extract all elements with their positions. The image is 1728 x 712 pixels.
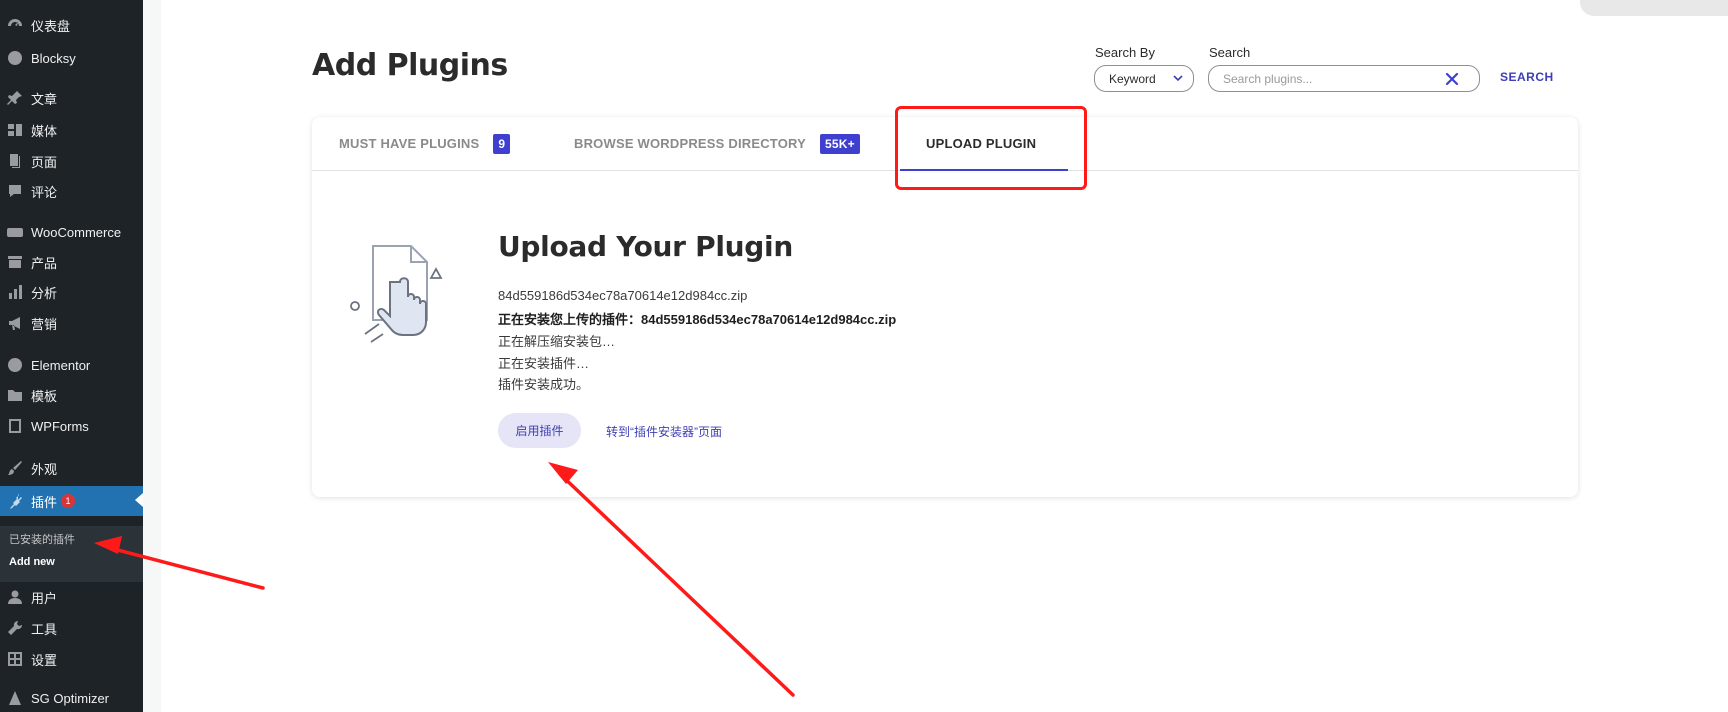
sidebar-item-analytics[interactable]: 分析	[0, 278, 143, 306]
search-button[interactable]: SEARCH	[1500, 70, 1554, 84]
sidebar-item-templates[interactable]: 模板	[0, 381, 143, 409]
wrench-icon	[6, 619, 24, 637]
pin-icon	[6, 89, 24, 107]
sidebar-item-label: 仪表盘	[31, 18, 71, 34]
sidebar-item-label: 评论	[31, 184, 58, 200]
sidebar-item-users[interactable]: 用户	[0, 583, 143, 611]
sidebar-item-tools[interactable]: 工具	[0, 614, 143, 642]
activate-plugin-button[interactable]: 启用插件	[498, 413, 581, 448]
folder-icon	[6, 386, 24, 404]
goto-plugin-installer-link[interactable]: 转到“插件安装器”页面	[606, 423, 722, 440]
sidebar-item-label: 文章	[31, 91, 58, 107]
chart-bar-icon	[6, 283, 24, 301]
sidebar-item-label: 页面	[31, 154, 58, 170]
sidebar-item-products[interactable]: 产品	[0, 248, 143, 276]
search-by-label: Search By	[1095, 45, 1155, 60]
archive-icon	[6, 253, 24, 271]
sidebar-item-label: 模板	[31, 388, 58, 404]
tab-count-badge: 9	[493, 133, 511, 154]
sidebar-item-woocommerce[interactable]: WooCommerce	[0, 218, 143, 246]
search-input[interactable]	[1208, 65, 1480, 92]
elementor-icon	[6, 356, 24, 374]
tab-count-badge: 55K+	[820, 133, 860, 154]
megaphone-icon	[6, 314, 24, 332]
search-label: Search	[1209, 45, 1251, 60]
page-icon	[6, 152, 24, 170]
sidebar-item-pages[interactable]: 页面	[0, 147, 143, 175]
sidebar-item-label: Blocksy	[31, 50, 76, 66]
sidebar-item-elementor[interactable]: Elementor	[0, 351, 143, 379]
log-success: 插件安装成功。	[498, 377, 590, 392]
settings-icon	[6, 650, 24, 668]
content-gutter	[143, 0, 161, 712]
sidebar-item-label: WooCommerce	[31, 224, 122, 240]
sidebar-item-label: Elementor	[31, 357, 91, 373]
admin-sidebar: 仪表盘 Blocksy 文章 媒体 页面 评论 WooCommerce 产品 分…	[0, 0, 143, 712]
log-filename: 84d559186d534ec78a70614e12d984cc.zip	[498, 288, 748, 303]
tab-must-have-plugins[interactable]: MUST HAVE PLUGINS 9	[339, 117, 511, 170]
sidebar-item-posts[interactable]: 文章	[0, 84, 143, 112]
blocksy-icon	[6, 49, 24, 67]
log-installing-plugin: 正在安装插件…	[498, 356, 590, 371]
dashboard-icon	[6, 16, 24, 34]
sidebar-item-comments[interactable]: 评论	[0, 177, 143, 205]
woocommerce-icon	[6, 223, 24, 241]
upload-tab-highlight	[895, 106, 1087, 190]
tab-label: MUST HAVE PLUGINS	[339, 136, 480, 151]
log-unpacking: 正在解压缩安装包…	[498, 334, 616, 349]
tab-label: BROWSE WORDPRESS DIRECTORY	[574, 136, 806, 151]
sidebar-item-marketing[interactable]: 营销	[0, 309, 143, 337]
sidebar-item-settings[interactable]: 设置	[0, 645, 143, 673]
sidebar-item-blocksy[interactable]: Blocksy	[0, 44, 143, 72]
sidebar-item-label: 分析	[31, 285, 58, 301]
sidebar-item-appearance[interactable]: 外观	[0, 454, 143, 482]
sidebar-item-label: 营销	[31, 316, 58, 332]
plugins-submenu: 已安装的插件 Add new	[0, 526, 143, 582]
sidebar-item-label: 外观	[31, 461, 58, 477]
sidebar-item-label: 插件	[31, 494, 58, 510]
plugin-icon	[6, 492, 24, 510]
sidebar-item-plugins[interactable]: 插件 1	[0, 486, 143, 516]
upload-file-illustration	[350, 245, 443, 343]
sidebar-item-wpforms[interactable]: WPForms	[0, 412, 143, 440]
search-by-value: Keyword	[1109, 71, 1156, 86]
search-by-select[interactable]: Keyword	[1094, 65, 1194, 92]
log-installing: 正在安装您上传的插件：84d559186d534ec78a70614e12d98…	[498, 312, 897, 327]
sidebar-item-label: 产品	[31, 255, 58, 271]
user-icon	[6, 588, 24, 606]
sidebar-item-label: 设置	[31, 652, 58, 668]
sidebar-item-label: SG Optimizer	[31, 690, 110, 706]
sidebar-item-label: 用户	[31, 590, 58, 606]
submenu-installed-plugins[interactable]: 已安装的插件	[9, 531, 75, 547]
media-icon	[6, 121, 24, 139]
tab-browse-directory[interactable]: BROWSE WORDPRESS DIRECTORY 55K+	[574, 117, 860, 170]
sidebar-item-label: WPForms	[31, 418, 89, 434]
brush-icon	[6, 459, 24, 477]
wpforms-icon	[6, 417, 24, 435]
close-icon[interactable]	[1444, 71, 1460, 87]
sidebar-item-sg-optimizer[interactable]: SG Optimizer	[0, 684, 143, 712]
upload-heading: Upload Your Plugin	[498, 230, 793, 263]
sidebar-item-dashboard[interactable]: 仪表盘	[0, 11, 143, 39]
sidebar-item-label: 工具	[31, 621, 58, 637]
comment-icon	[6, 182, 24, 200]
sidebar-item-label: 媒体	[31, 123, 58, 139]
submenu-add-new[interactable]: Add new	[9, 556, 55, 568]
update-count-badge: 1	[61, 494, 76, 508]
sidebar-item-media[interactable]: 媒体	[0, 116, 143, 144]
chevron-down-icon	[1173, 75, 1183, 82]
page-title: Add Plugins	[312, 48, 508, 83]
top-right-bar	[1580, 0, 1728, 16]
sg-optimizer-icon	[6, 689, 24, 707]
